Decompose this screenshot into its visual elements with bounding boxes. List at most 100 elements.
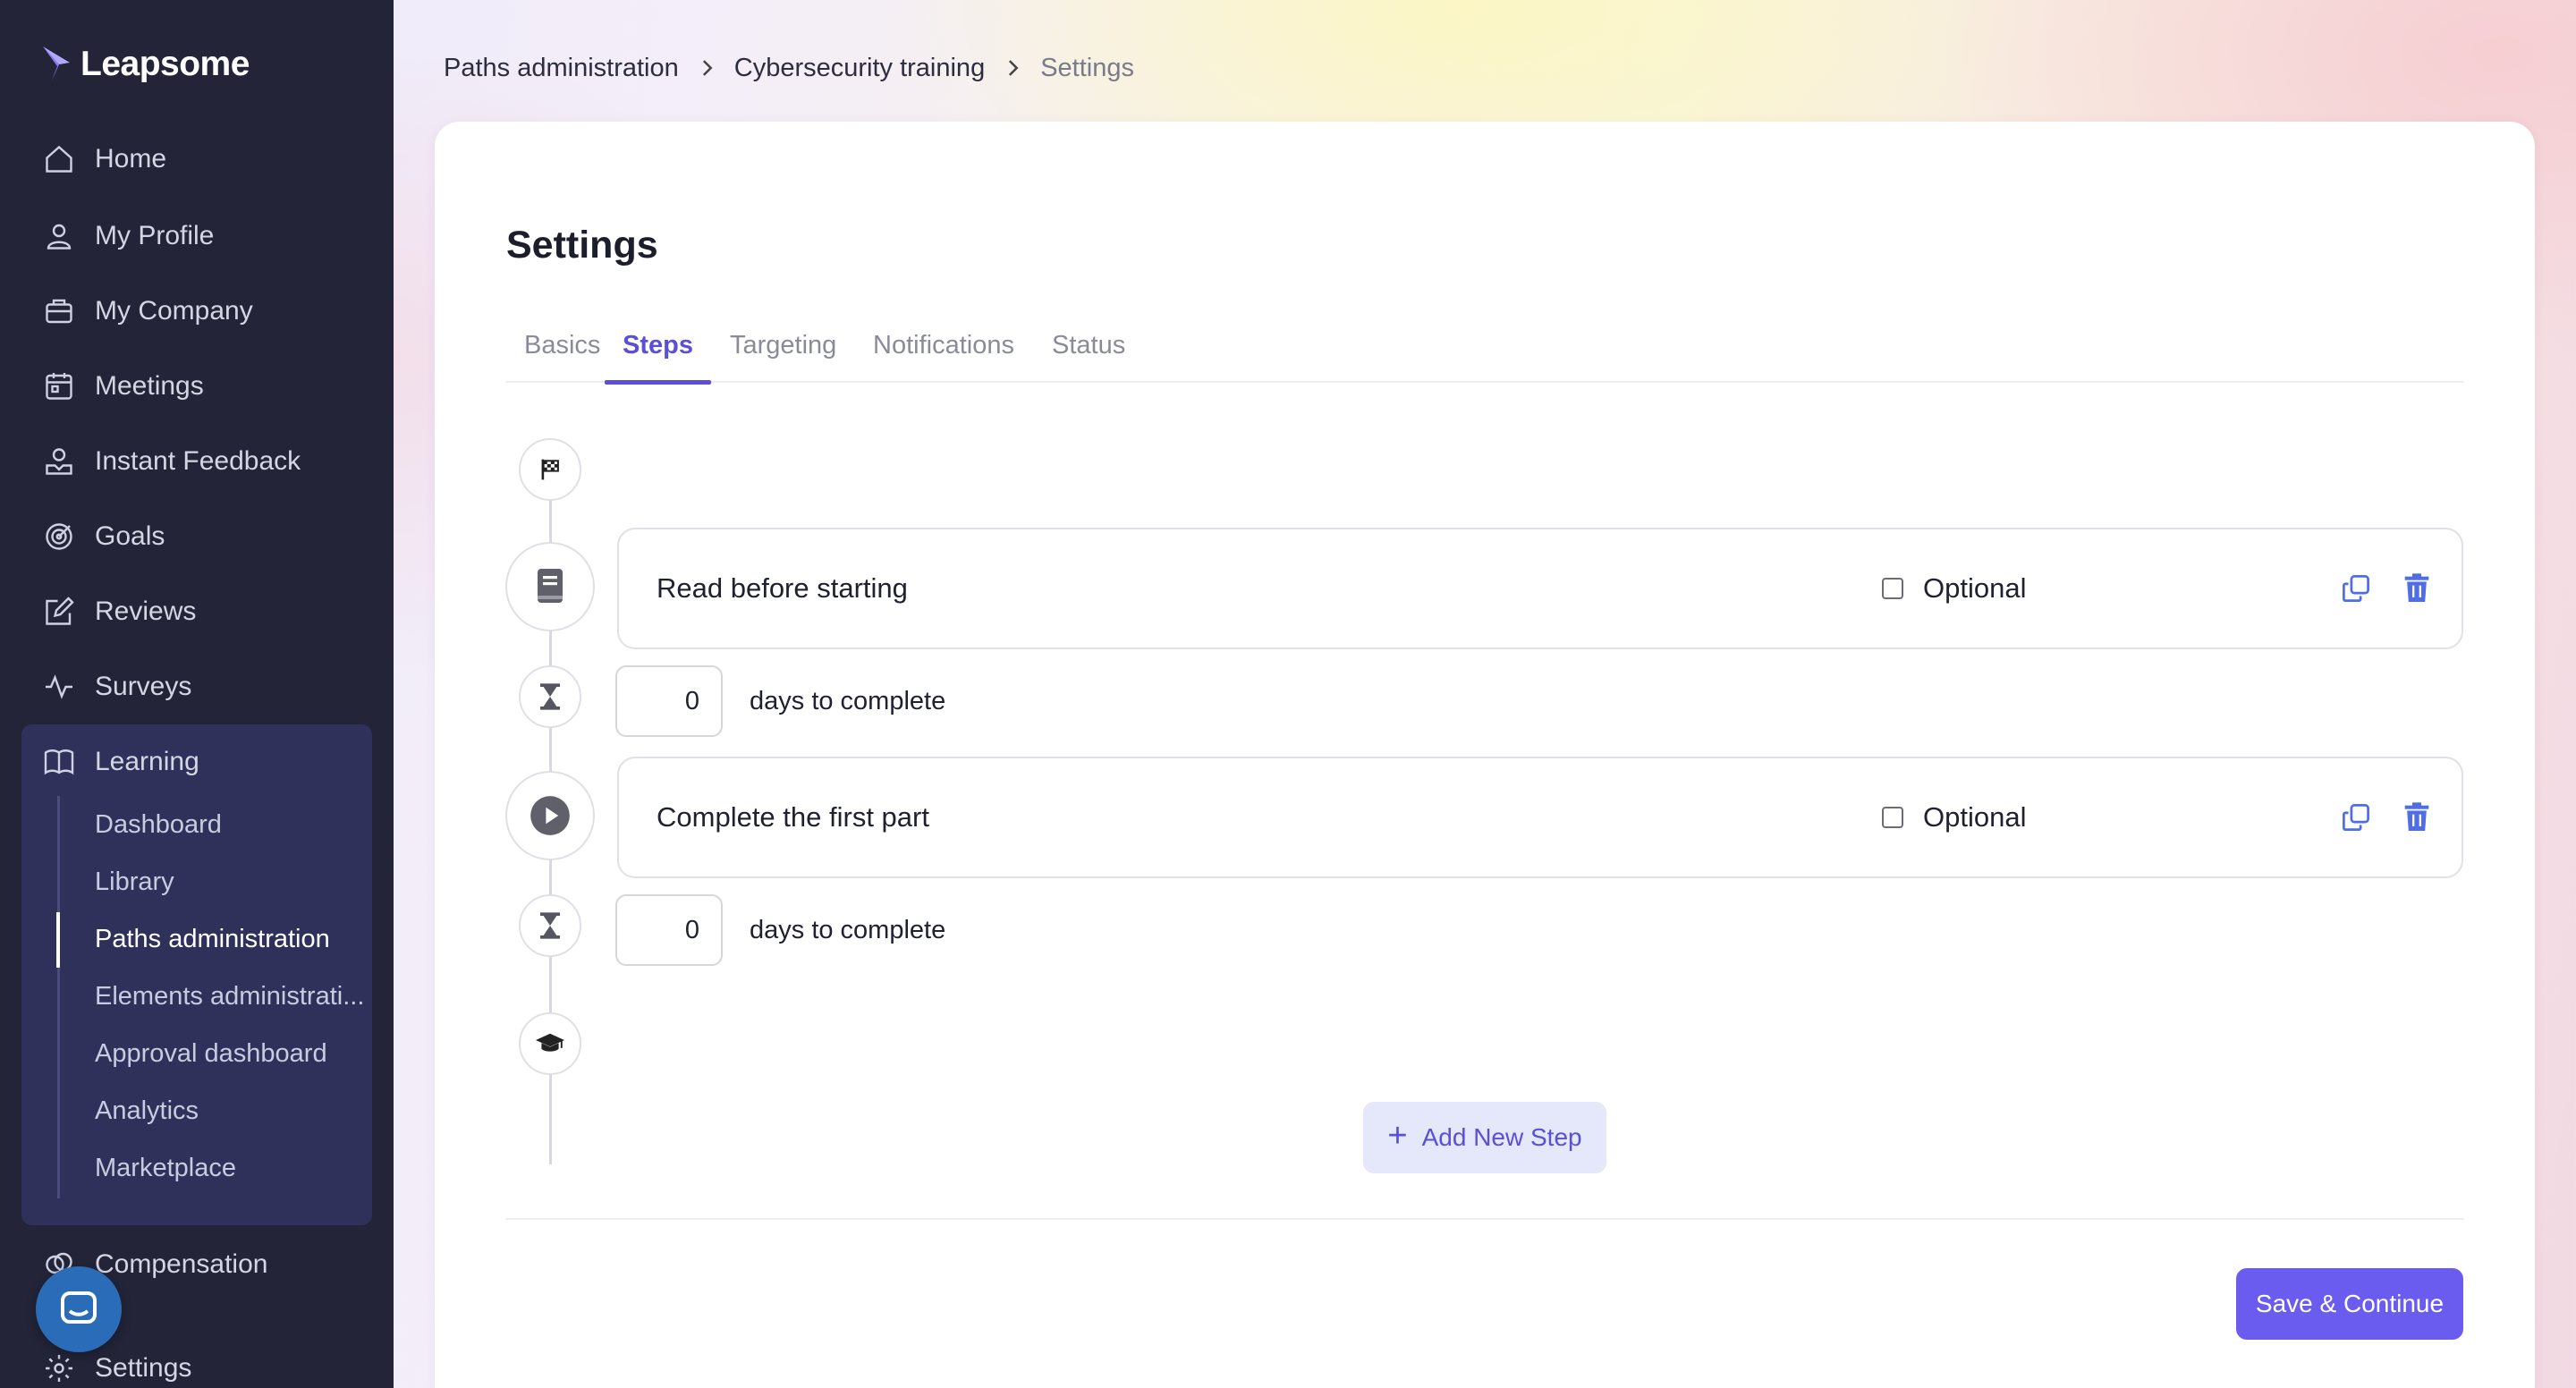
save-continue-button[interactable]: Save & Continue [2236,1268,2463,1340]
sidebar-subitem-elements-administration[interactable]: Elements administrati... [95,969,372,1023]
breadcrumb: Paths administration Cybersecurity train… [444,47,1134,89]
play-icon [530,796,570,835]
sidebar-subitem-approval-dashboard[interactable]: Approval dashboard [95,1027,372,1080]
copy-icon [2343,804,2369,831]
duplicate-step-button[interactable] [2336,798,2376,837]
graduation-cap-icon [536,1033,564,1052]
submenu-active-indicator [56,912,60,968]
leapsome-logo-icon [43,47,70,80]
gear-icon [46,1355,72,1382]
add-new-step-button[interactable]: + Add New Step [1363,1102,1606,1173]
sidebar-item-label: Compensation [95,1249,268,1279]
checkbox-box[interactable] [1882,578,1903,599]
sidebar-subitem-analytics[interactable]: Analytics [95,1084,372,1138]
tab-notifications[interactable]: Notifications [855,308,1032,383]
sidebar-item-label: Home [95,144,167,174]
chat-icon [61,1291,97,1324]
step-title: Complete the first part [657,801,929,833]
submenu-line [57,796,60,1198]
duration-node [519,665,581,728]
breadcrumb-item-paths-administration[interactable]: Paths administration [444,54,679,83]
days-input[interactable] [615,894,723,966]
tab-status[interactable]: Status [1034,308,1143,383]
logo-text: Leapsome [80,45,250,83]
sidebar-item-label: My Company [95,296,253,326]
step-title: Read before starting [657,572,908,604]
sidebar-item-label: Instant Feedback [95,446,301,476]
sidebar-item-instant-feedback[interactable]: Instant Feedback [43,435,301,488]
user-icon [47,224,72,250]
sidebar-item-label: Learning [95,747,199,776]
calendar-icon [46,373,72,400]
sidebar-item-my-profile[interactable]: My Profile [43,209,214,263]
add-new-step-label: Add New Step [1421,1123,1582,1151]
sidebar-item-goals[interactable]: Goals [43,510,165,563]
trash-icon [2404,573,2429,602]
days-to-complete-row: days to complete [615,894,945,966]
delete-step-button[interactable] [2397,798,2436,837]
chevron-right-icon [1004,58,1021,78]
briefcase-icon [46,299,72,324]
delete-step-button[interactable] [2397,569,2436,608]
timeline-end-node [519,1012,581,1075]
tab-targeting[interactable]: Targeting [712,308,854,383]
hourglass-icon [540,683,560,710]
sidebar-item-surveys[interactable]: Surveys [43,660,191,714]
breadcrumb-current: Settings [1040,53,1134,82]
tab-bar: Basics Steps Targeting Notifications Sta… [506,308,2463,385]
sidebar-subitem-paths-administration[interactable]: Paths administration [95,912,372,966]
trash-icon [2404,802,2429,831]
breadcrumb-item-cybersecurity-training[interactable]: Cybersecurity training [734,54,985,83]
sidebar-item-learning[interactable]: Learning [43,735,199,789]
days-label: days to complete [750,915,946,944]
sidebar: Leapsome Home My Profile My Company Meet… [0,0,394,1388]
days-to-complete-row: days to complete [615,665,945,737]
divider [506,1218,2463,1220]
checkered-flag-icon [541,459,559,480]
optional-checkbox[interactable]: Optional [1882,529,2026,647]
sidebar-subitem-library[interactable]: Library [95,855,372,909]
sidebar-subitem-dashboard[interactable]: Dashboard [95,798,372,851]
copy-icon [2343,575,2369,602]
sidebar-item-label: Meetings [95,371,204,401]
step-node [505,542,595,631]
book-open-icon [44,749,74,775]
days-input[interactable] [615,665,723,737]
sidebar-item-label: Settings [95,1353,192,1383]
target-icon [46,523,72,550]
sidebar-item-label: Reviews [95,597,197,626]
optional-label: Optional [1923,572,2027,604]
plus-icon: + [1387,1117,1408,1155]
sidebar-item-reviews[interactable]: Reviews [43,585,196,639]
chat-launcher-button[interactable] [36,1266,122,1352]
timeline-start-node [519,438,581,501]
chevron-right-icon [699,58,715,78]
book-icon [538,569,563,603]
checkbox-box[interactable] [1882,807,1903,828]
edit-icon [46,597,74,625]
sidebar-subitem-marketplace[interactable]: Marketplace [95,1141,372,1195]
settings-card: Settings Basics Steps Targeting Notifica… [435,122,2535,1388]
step-card[interactable]: Complete the first part Optional [617,757,2463,878]
duplicate-step-button[interactable] [2336,569,2376,608]
feedback-icon [46,448,72,475]
tab-steps[interactable]: Steps [605,308,711,385]
sidebar-item-meetings[interactable]: Meetings [43,360,204,413]
sidebar-item-my-company[interactable]: My Company [43,284,253,338]
optional-label: Optional [1923,801,2027,833]
logo[interactable]: Leapsome [39,41,250,88]
home-icon [46,145,72,173]
pulse-icon [46,674,72,699]
hourglass-icon [540,912,560,939]
sidebar-item-label: Goals [95,521,165,551]
sidebar-item-home[interactable]: Home [43,132,166,186]
step-card[interactable]: Read before starting Optional [617,528,2463,649]
optional-checkbox[interactable]: Optional [1882,758,2026,876]
tab-basics[interactable]: Basics [506,308,618,383]
step-node [505,771,595,860]
sidebar-item-label: Surveys [95,672,192,701]
page-title: Settings [506,224,658,267]
days-label: days to complete [750,686,946,715]
duration-node [519,894,581,957]
sidebar-item-label: My Profile [95,221,215,250]
